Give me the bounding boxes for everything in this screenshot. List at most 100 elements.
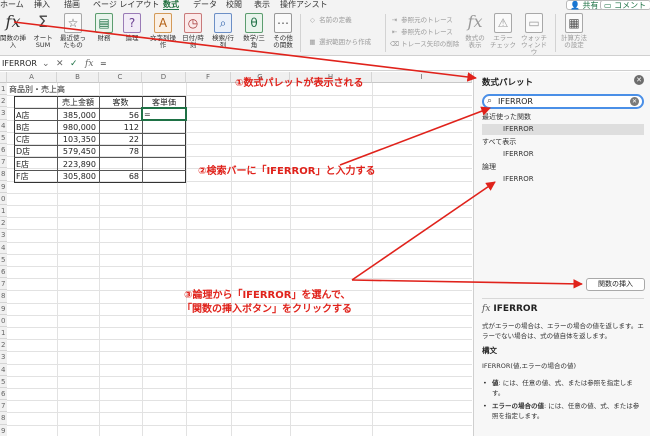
grid-line	[7, 388, 472, 389]
row-header[interactable]: 8	[0, 168, 7, 181]
create-from-selection-button[interactable]: ▦ 選択範囲から作成	[308, 38, 371, 47]
fx-button[interactable]: fx	[85, 58, 93, 70]
row-header[interactable]: 3	[0, 107, 7, 120]
math-button[interactable]: θ 数学/三角	[240, 13, 268, 49]
recent-functions-button[interactable]: ☆ 最近使ったもの	[60, 13, 86, 49]
row-header[interactable]: 8	[0, 290, 7, 303]
select-all-corner[interactable]	[0, 72, 7, 83]
formula-input[interactable]: =	[100, 58, 107, 70]
row-header[interactable]: 1	[0, 205, 7, 218]
insert-function-button[interactable]: fx 関数の挿入	[0, 13, 26, 49]
more-book-icon: ⋯	[274, 13, 292, 33]
lookup-button[interactable]: ⌕ 検索/行列	[210, 13, 236, 49]
row-header[interactable]: 7	[0, 400, 7, 413]
row-header[interactable]: 8	[0, 412, 7, 425]
recent-functions-header: 最近使った関数	[482, 113, 531, 121]
grid-line	[7, 241, 472, 243]
text-functions-button[interactable]: A 文字列操作	[150, 13, 176, 49]
datetime-button[interactable]: ◷ 日付/時刻	[180, 13, 206, 49]
row-header[interactable]: 2	[0, 339, 7, 352]
column-header[interactable]: F	[186, 72, 231, 83]
tab-insert[interactable]: 挿入	[34, 0, 50, 10]
logical-button[interactable]: ? 論理	[121, 13, 143, 42]
insert-function-pane-button[interactable]: 関数の挿入	[586, 278, 645, 291]
function-list-item[interactable]: IFERROR	[482, 149, 644, 160]
grid-line	[7, 424, 472, 426]
tab-data[interactable]: データ	[193, 0, 217, 10]
row-header[interactable]: 0	[0, 192, 7, 205]
row-header[interactable]: 5	[0, 253, 7, 266]
row-header[interactable]: 6	[0, 144, 7, 157]
row-header[interactable]: 3	[0, 351, 7, 364]
share-button[interactable]: 👤 共有	[566, 0, 604, 10]
row-header[interactable]: 2	[0, 95, 7, 108]
row-header[interactable]: 1	[0, 327, 7, 340]
tab-home[interactable]: ホーム	[0, 0, 24, 10]
column-header[interactable]: C	[99, 72, 142, 83]
row-header[interactable]: 5	[0, 375, 7, 388]
tab-view[interactable]: 表示	[254, 0, 270, 10]
define-name-button[interactable]: ◇ 名前の定義	[308, 16, 352, 25]
column-header[interactable]: I	[372, 72, 472, 83]
financial-button[interactable]: ▤ 財務	[93, 13, 115, 42]
tab-draw[interactable]: 描画	[64, 0, 80, 10]
tab-formulas[interactable]: 数式	[163, 0, 179, 11]
function-search-input[interactable]: ⌕ IFERROR ✕	[482, 94, 644, 109]
autosum-button[interactable]: Σ オート SUM	[32, 13, 54, 49]
row-header[interactable]: 4	[0, 363, 7, 376]
column-header[interactable]: A	[7, 72, 57, 83]
column-header[interactable]: D	[142, 72, 186, 83]
watch-window-button[interactable]: ▭ ウォッチ ウィンドウ	[520, 13, 548, 56]
tab-tell-me[interactable]: 操作アシスト	[280, 0, 328, 10]
ribbon: fx 関数の挿入 Σ オート SUM ☆ 最近使ったもの ▤ 財務 ? 論理 A…	[0, 10, 650, 56]
trace-precedents-button[interactable]: ⇥ 参照元のトレース	[390, 16, 453, 25]
name-box[interactable]: IFERROR	[0, 58, 40, 70]
row-header[interactable]: 9	[0, 302, 7, 315]
more-functions-button[interactable]: ⋯ その他の関数	[272, 13, 294, 49]
grid-line	[7, 266, 472, 267]
close-icon[interactable]: ✕	[634, 75, 644, 85]
show-formulas-icon: fx	[467, 12, 483, 31]
row-header[interactable]: 2	[0, 217, 7, 230]
function-list-item[interactable]: IFERROR	[482, 124, 644, 135]
row-header[interactable]: 4	[0, 241, 7, 254]
row-header[interactable]: 6	[0, 266, 7, 279]
row-header[interactable]: 1	[0, 83, 7, 96]
argument-description: エラーの場合の値: には、任意の値、式、または参照を指定します。	[482, 401, 644, 421]
tag-icon: ◇	[310, 16, 315, 24]
tab-review[interactable]: 校閲	[226, 0, 242, 10]
search-value[interactable]: IFERROR	[498, 96, 533, 107]
name-box-chevron-icon[interactable]: ⌄	[42, 58, 50, 70]
worksheet-grid[interactable]: A B C D F G H I 123456789012345678901234…	[0, 72, 472, 436]
comment-button[interactable]: ▭ コメント	[600, 0, 650, 10]
comment-icon: ▭	[604, 1, 612, 10]
remove-arrows-button[interactable]: ⌫ トレース矢印の削除	[390, 40, 459, 49]
trace-dependents-button[interactable]: ⇤ 参照先のトレース	[390, 28, 453, 37]
menu-bar: ホーム 挿入 描画 ページ レイアウト 数式 データ 校閲 表示 操作アシスト …	[0, 0, 650, 11]
clear-search-icon[interactable]: ✕	[630, 97, 639, 106]
enter-icon[interactable]: ✓	[70, 58, 78, 70]
function-list-item[interactable]: IFERROR	[482, 174, 644, 185]
row-header[interactable]: 7	[0, 278, 7, 291]
sheet-title-cell[interactable]: 商品別・売上高	[7, 84, 97, 95]
grid-line	[7, 192, 472, 194]
table-border	[14, 157, 186, 159]
row-header[interactable]: 0	[0, 314, 7, 327]
watch-window-icon: ▭	[525, 13, 543, 33]
cancel-icon[interactable]: ✕	[56, 58, 64, 70]
show-formulas-button[interactable]: fx 数式の表示	[463, 13, 487, 49]
row-header[interactable]: 6	[0, 388, 7, 401]
active-cell-value[interactable]: =	[142, 109, 182, 120]
row-header[interactable]: 7	[0, 156, 7, 169]
row-header[interactable]: 4	[0, 119, 7, 132]
tab-page-layout[interactable]: ページ レイアウト	[93, 0, 159, 10]
row-header[interactable]: 3	[0, 229, 7, 242]
calc-options-button[interactable]: ▦ 計算方法の設定	[560, 13, 588, 49]
row-header[interactable]: 5	[0, 131, 7, 144]
all-functions-header[interactable]: すべて表示	[482, 137, 516, 148]
error-check-button[interactable]: ⚠ エラー チェック	[490, 13, 516, 49]
column-header[interactable]: B	[57, 72, 99, 83]
clock-icon: ◷	[184, 13, 202, 33]
row-header[interactable]: 9	[0, 180, 7, 193]
row-header[interactable]: 9	[0, 424, 7, 436]
